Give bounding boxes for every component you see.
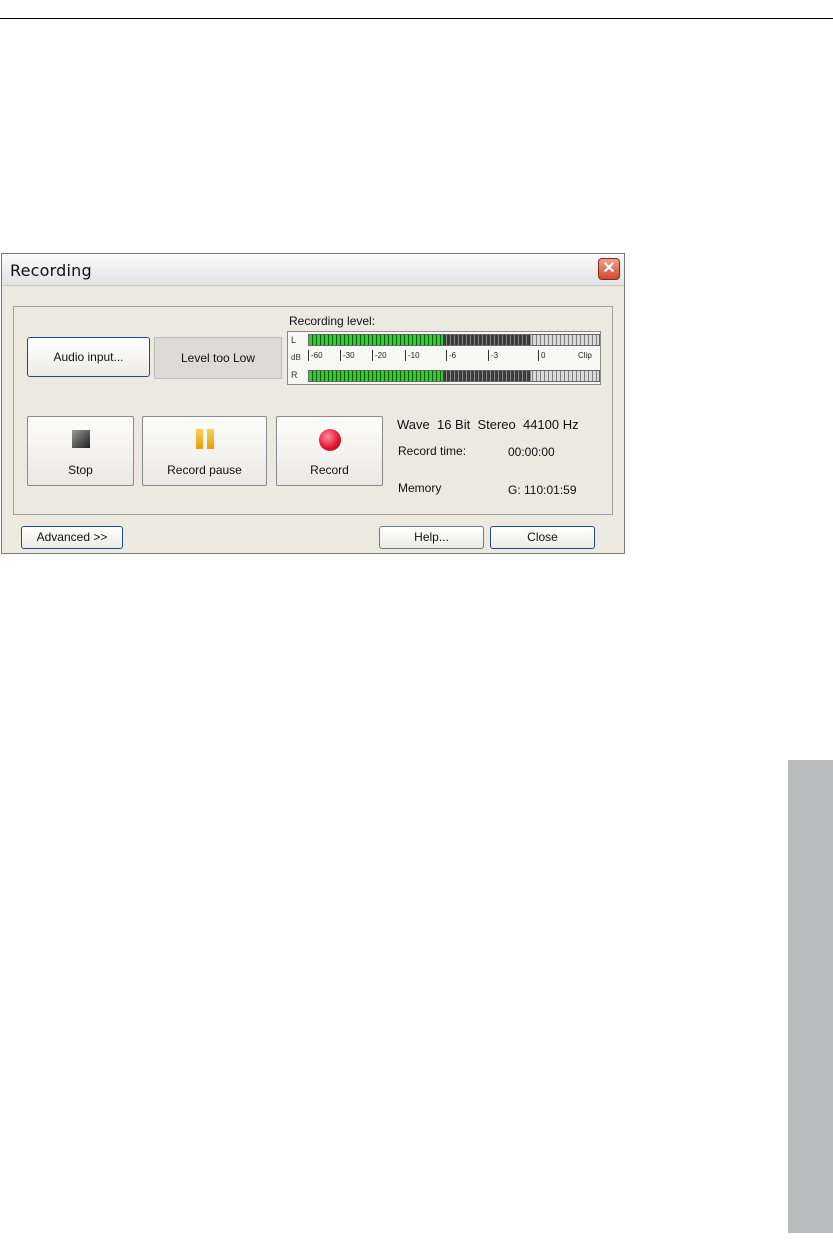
meter-scale-tick: -3 <box>488 350 498 361</box>
record-pause-button-label: Record pause <box>167 463 242 477</box>
format-info: Wave 16 Bit Stereo 44100 Hz <box>397 417 579 432</box>
stop-icon <box>72 430 90 448</box>
close-icon[interactable]: ✕ <box>598 258 620 280</box>
meter-scale-tick: -20 <box>372 350 387 361</box>
meter-right-channel-label: R <box>291 370 298 380</box>
meter-right-peak <box>443 371 531 381</box>
memory-label: Memory <box>398 481 442 495</box>
meter-scale-tick: -30 <box>340 350 355 361</box>
meter-right-fill <box>309 371 443 381</box>
meter-scale: -60 -30 -20 -10 -6 -3 0 Clip <box>308 350 600 364</box>
record-icon <box>319 429 341 451</box>
dialog-title: Recording <box>10 261 92 280</box>
meter-left-bar <box>308 334 600 346</box>
page-side-tab <box>788 760 833 1233</box>
close-button[interactable]: Close <box>490 526 595 549</box>
level-meter: L dB -60 -30 -20 -10 -6 -3 0 Clip R <box>287 331 601 385</box>
audio-input-button[interactable]: Audio input... <box>27 337 150 377</box>
record-pause-button[interactable]: Record pause <box>142 416 267 486</box>
record-button-label: Record <box>310 463 349 477</box>
meter-db-label: dB <box>291 353 301 362</box>
level-status: Level too Low <box>154 337 282 379</box>
page-top-rule <box>0 18 833 19</box>
meter-left-channel-label: L <box>291 335 297 345</box>
stop-button[interactable]: Stop <box>27 416 134 486</box>
meter-right-bar <box>308 370 600 382</box>
recording-level-label: Recording level: <box>289 314 376 328</box>
recording-dialog: Recording ✕ Audio input... Level too Low… <box>1 253 625 554</box>
advanced-button[interactable]: Advanced >> <box>21 526 123 549</box>
meter-scale-tick: -60 <box>308 350 323 361</box>
meter-left-fill <box>309 335 443 345</box>
stop-button-label: Stop <box>68 463 93 477</box>
meter-scale-tick: -10 <box>405 350 420 361</box>
record-time-value: 00:00:00 <box>508 445 555 459</box>
meter-scale-tick: -6 <box>446 350 456 361</box>
dialog-titlebar: Recording ✕ <box>2 254 624 286</box>
pause-icon <box>196 429 216 449</box>
meter-scale-tick: 0 <box>538 350 545 361</box>
meter-scale-tick: Clip <box>578 351 592 360</box>
help-button[interactable]: Help... <box>379 526 484 549</box>
record-time-label: Record time: <box>398 444 467 458</box>
meter-left-peak <box>443 335 531 345</box>
record-button[interactable]: Record <box>276 416 383 486</box>
memory-value: G: 110:01:59 <box>508 483 577 497</box>
